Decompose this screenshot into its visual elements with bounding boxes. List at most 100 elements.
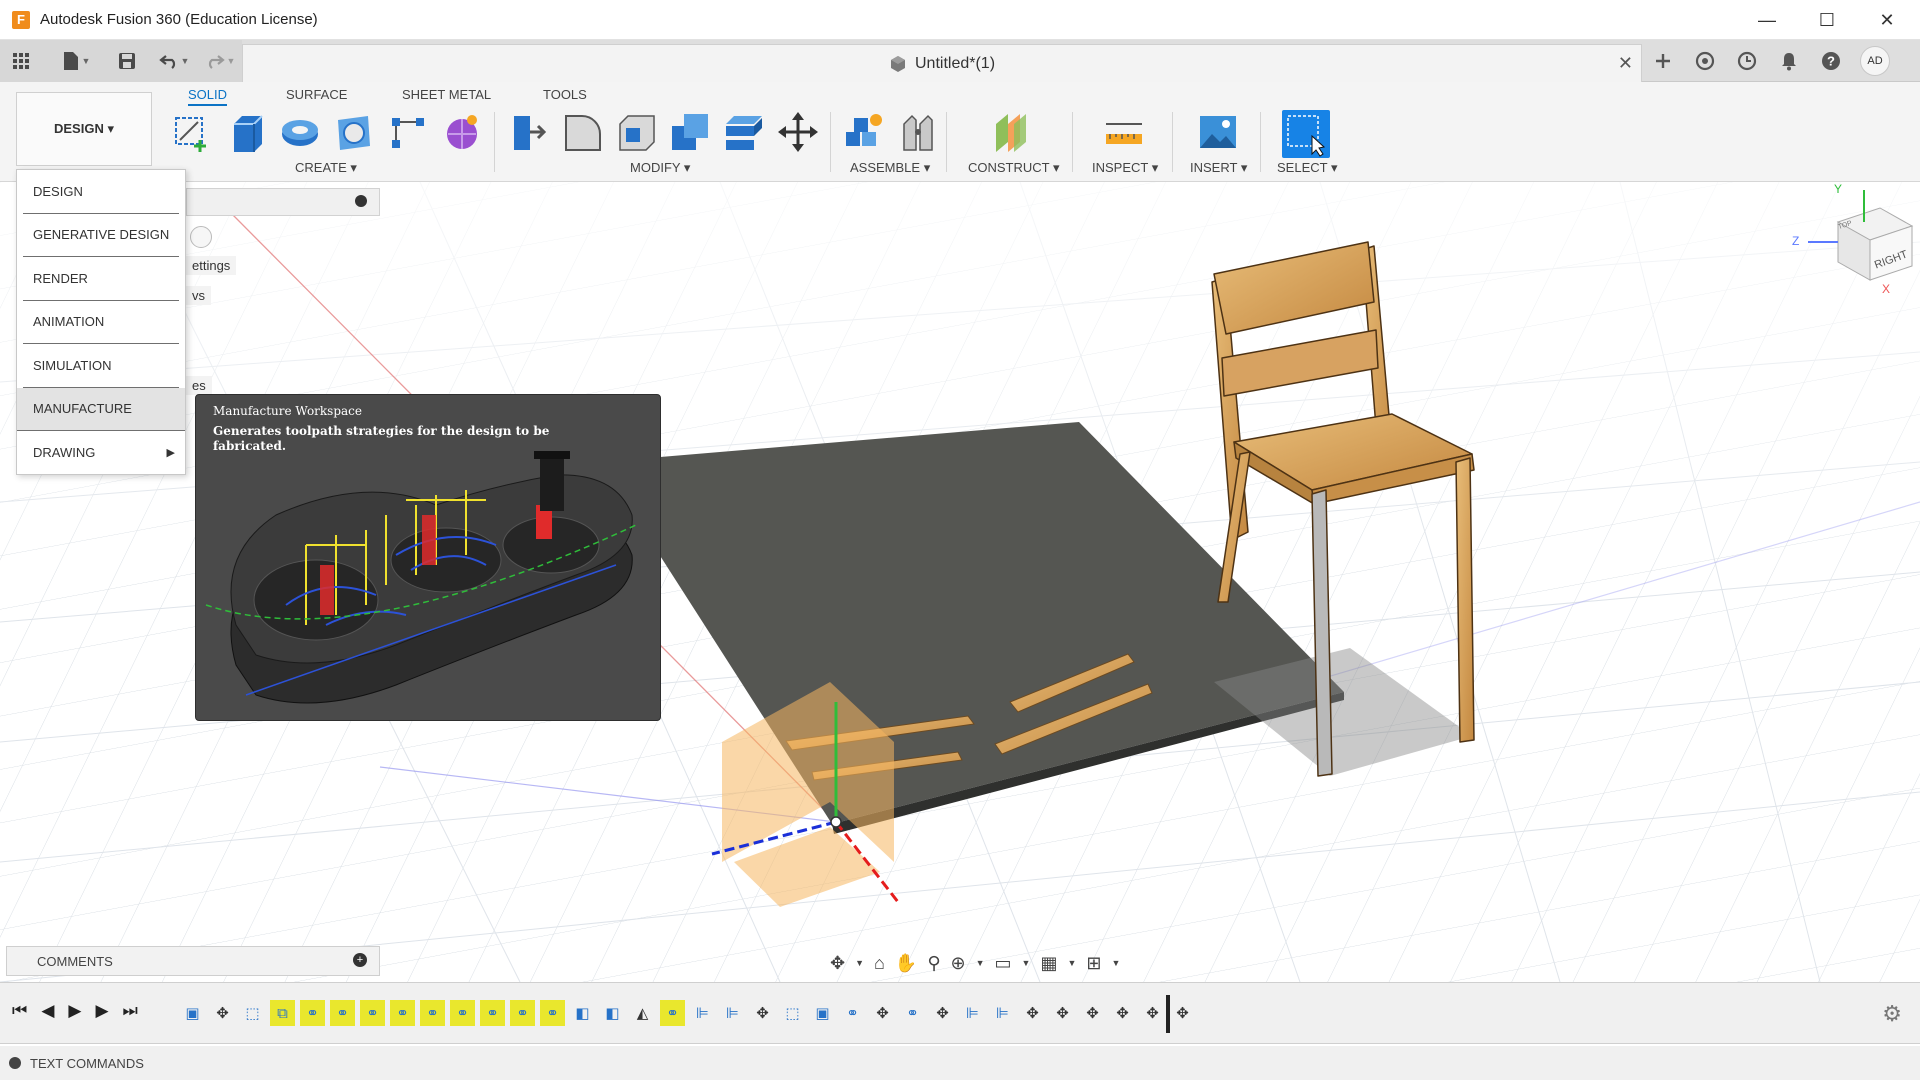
timeline-feature-icon[interactable]: ⊫ (960, 1000, 985, 1026)
save-icon[interactable] (112, 46, 142, 76)
new-tab-plus-icon[interactable] (1650, 48, 1676, 74)
look-at-icon[interactable]: ⌂ (874, 953, 885, 974)
browser-visibility-icon[interactable] (190, 226, 212, 248)
step-forward-icon[interactable]: ▶ (95, 1001, 108, 1021)
timeline-feature-icon[interactable]: ⧉ (270, 1000, 295, 1026)
insert-image-icon[interactable] (1196, 110, 1240, 154)
timeline-feature-icon[interactable]: ⚭ (900, 1000, 925, 1026)
grid-dropdown-icon[interactable]: ▼ (1067, 958, 1076, 968)
tab-solid[interactable]: SOLID (188, 84, 228, 106)
timeline-feature-icon[interactable]: ✥ (1110, 1000, 1135, 1026)
play-icon[interactable]: ▶ (68, 1001, 81, 1021)
timeline-feature-icon[interactable]: ⚭ (390, 1000, 415, 1026)
timeline-feature-icon[interactable]: ⊫ (720, 1000, 745, 1026)
offset-plane-icon[interactable] (990, 110, 1034, 154)
timeline-feature-icon[interactable]: ⚭ (360, 1000, 385, 1026)
create-form-icon[interactable] (440, 110, 484, 154)
timeline-feature-icon[interactable]: ◧ (600, 1000, 625, 1026)
go-to-end-icon[interactable]: ⏭ (123, 1001, 138, 1021)
file-menu-icon[interactable]: ▼ (54, 46, 98, 76)
workspace-option-simulation[interactable]: SIMULATION (23, 344, 179, 388)
timeline-feature-icon[interactable]: ⚭ (420, 1000, 445, 1026)
redo-icon[interactable]: ▼ (200, 46, 240, 76)
browser-collapse-icon[interactable] (355, 195, 367, 207)
move-copy-icon[interactable] (776, 110, 820, 154)
workspace-option-design[interactable]: DESIGN (23, 170, 179, 214)
step-back-icon[interactable]: ◀ (41, 1001, 54, 1021)
display-dropdown-icon[interactable]: ▼ (1022, 958, 1031, 968)
combine-icon[interactable] (668, 110, 712, 154)
browser-item-bodies[interactable]: es (186, 376, 212, 395)
display-settings-icon[interactable]: ▭ (995, 953, 1012, 974)
press-pull-icon[interactable] (506, 110, 550, 154)
viewports-dropdown-icon[interactable]: ▼ (1111, 958, 1120, 968)
timeline-feature-icon[interactable]: ⬚ (240, 1000, 265, 1026)
browser-item-views[interactable]: vs (186, 286, 211, 305)
timeline-feature-icon[interactable]: ✥ (1020, 1000, 1045, 1026)
timeline-feature-icon[interactable]: ▣ (810, 1000, 835, 1026)
fit-icon[interactable]: ⊕ (951, 953, 966, 974)
timeline-feature-icon[interactable]: ⚭ (510, 1000, 535, 1026)
go-to-start-icon[interactable]: ⏮ (12, 1001, 27, 1021)
pan-hand-icon[interactable]: ✋ (895, 953, 917, 974)
offset-face-icon[interactable] (722, 110, 766, 154)
hole-icon[interactable] (332, 110, 376, 154)
timeline-feature-icon[interactable]: ✥ (1170, 1000, 1195, 1026)
minimize-button[interactable]: — (1738, 0, 1796, 40)
close-document-button[interactable]: ✕ (1618, 53, 1633, 74)
workspace-option-drawing[interactable]: DRAWING ▶ (23, 431, 179, 475)
tab-tools[interactable]: TOOLS (543, 84, 587, 106)
timeline-feature-icon[interactable]: ⊫ (990, 1000, 1015, 1026)
assemble-group-label[interactable]: ASSEMBLE ▾ (850, 160, 930, 176)
data-panel-grid-icon[interactable] (10, 46, 32, 76)
orbit-dropdown-icon[interactable]: ▼ (855, 958, 864, 968)
workspace-switcher-button[interactable]: DESIGN ▾ (16, 92, 152, 166)
document-tab[interactable]: Untitled*(1) ✕ (242, 44, 1642, 82)
browser-item-settings[interactable]: ettings (186, 256, 237, 275)
workspace-option-render[interactable]: RENDER (23, 257, 179, 301)
create-sketch-icon[interactable] (170, 110, 214, 154)
timeline-feature-icon[interactable]: ⚭ (480, 1000, 505, 1026)
help-icon[interactable]: ? (1818, 48, 1844, 74)
tab-surface[interactable]: SURFACE (286, 84, 347, 106)
modify-group-label[interactable]: MODIFY ▾ (630, 160, 690, 176)
notifications-bell-icon[interactable] (1776, 48, 1802, 74)
timeline-feature-icon[interactable]: ◭ (630, 1000, 655, 1026)
zoom-icon[interactable]: ⚲ (927, 953, 940, 974)
timeline-feature-icon[interactable]: ✥ (1080, 1000, 1105, 1026)
shell-icon[interactable] (614, 110, 658, 154)
comments-panel[interactable]: COMMENTS + (6, 946, 380, 976)
job-status-clock-icon[interactable] (1734, 48, 1760, 74)
fit-dropdown-icon[interactable]: ▼ (976, 958, 985, 968)
text-commands-bar[interactable]: TEXT COMMANDS (0, 1046, 1920, 1080)
viewports-icon[interactable]: ⊞ (1086, 953, 1101, 974)
timeline-feature-icon[interactable]: ⚭ (660, 1000, 685, 1026)
browser-panel-header[interactable] (186, 188, 380, 216)
text-commands-toggle-icon[interactable] (9, 1057, 21, 1069)
grid-settings-icon[interactable]: ▦ (1040, 953, 1057, 974)
construct-group-label[interactable]: CONSTRUCT ▾ (968, 160, 1060, 176)
insert-group-label[interactable]: INSERT ▾ (1190, 160, 1247, 176)
orbit-icon[interactable]: ✥ (830, 953, 845, 974)
workspace-option-manufacture[interactable]: MANUFACTURE (17, 387, 185, 431)
tab-sheet-metal[interactable]: SHEET METAL (402, 84, 491, 106)
timeline-feature-icon[interactable]: ⚭ (450, 1000, 475, 1026)
timeline-feature-icon[interactable]: ⚭ (840, 1000, 865, 1026)
measure-icon[interactable] (1102, 110, 1146, 154)
timeline-settings-gear-icon[interactable]: ⚙ (1882, 1001, 1902, 1027)
select-group-label[interactable]: SELECT ▾ (1277, 160, 1337, 176)
timeline-feature-icon[interactable]: ⊫ (690, 1000, 715, 1026)
new-component-icon[interactable] (842, 110, 886, 154)
close-window-button[interactable]: ✕ (1858, 0, 1916, 40)
workspace-option-animation[interactable]: ANIMATION (23, 301, 179, 344)
timeline-marker[interactable] (1166, 995, 1170, 1033)
user-avatar[interactable]: AD (1860, 46, 1890, 76)
revolve-icon[interactable] (278, 110, 322, 154)
workspace-option-generative-design[interactable]: GENERATIVE DESIGN (23, 214, 179, 257)
select-cursor-icon[interactable] (1282, 110, 1330, 158)
timeline-feature-icon[interactable]: ⚭ (330, 1000, 355, 1026)
create-group-label[interactable]: CREATE ▾ (295, 160, 357, 176)
timeline-feature-icon[interactable]: ⬚ (780, 1000, 805, 1026)
extrude-icon[interactable] (224, 110, 268, 154)
joint-icon[interactable] (896, 110, 940, 154)
